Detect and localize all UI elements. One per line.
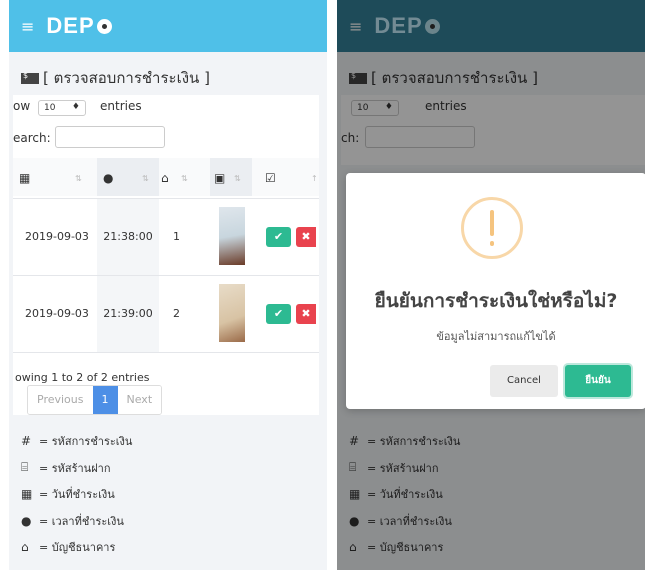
pagination: Previous 1 Next xyxy=(27,385,163,415)
table-row: 2019-09-03 21:38:00 1 ✔ ✖ xyxy=(13,198,319,275)
sort-icon: ↑ xyxy=(311,174,318,183)
cell-time: 21:38:00 xyxy=(97,199,159,275)
cancel-button[interactable]: Cancel xyxy=(490,365,558,397)
th-image[interactable]: ▣ ⇅ xyxy=(210,158,252,196)
hamburger-icon[interactable]: ≡ xyxy=(21,17,34,36)
bank-icon: ⌂ xyxy=(161,171,169,185)
th-action[interactable]: ☑ ↑ xyxy=(261,158,319,196)
reject-button[interactable]: ✖ xyxy=(296,227,316,247)
cell-date: 2019-09-03 xyxy=(25,307,89,320)
table-row: 2019-09-03 21:39:00 2 ✔ ✖ xyxy=(13,275,319,353)
reject-button[interactable]: ✖ xyxy=(296,304,316,324)
confirm-button[interactable]: ยืนยัน xyxy=(565,365,631,397)
table-header: ▦ ⇅ ● ⇅ ⌂ ⇅ ▣ ⇅ ☑ ↑ xyxy=(13,158,319,196)
calendar-icon: ▦ xyxy=(19,171,31,185)
navbar: ≡ DEP xyxy=(9,0,327,52)
receipt-thumbnail[interactable] xyxy=(219,207,245,265)
approve-button[interactable]: ✔ xyxy=(266,227,291,247)
legend-item: ⌂ = บัญชีธนาคาร xyxy=(21,540,116,555)
pager-current[interactable]: 1 xyxy=(92,386,118,414)
sort-icon: ⇅ xyxy=(75,174,82,183)
calendar-icon: ▦ xyxy=(21,487,33,502)
sort-icon: ⇅ xyxy=(142,174,149,183)
bank-icon: ⌂ xyxy=(21,540,29,555)
receipt-thumbnail[interactable] xyxy=(219,284,245,342)
search-input[interactable] xyxy=(55,126,165,148)
dialog-title: ยืนยันการชำระเงินใช่หรือไม่? xyxy=(374,290,618,312)
right-screen: ≡ DEP [ ตรวจสอบการชำระเงิน ] 10♦ entries… xyxy=(337,0,645,570)
table-card: ow 10♦ entries earch: ▦ ⇅ ● ⇅ ⌂ ⇅ ▣ ⇅ ☑ xyxy=(13,95,319,415)
logo[interactable]: DEP xyxy=(46,13,112,39)
th-time[interactable]: ● ⇅ xyxy=(97,158,159,196)
money-bill-icon xyxy=(21,71,39,84)
cell-date: 2019-09-03 xyxy=(25,230,89,243)
image-icon: ▣ xyxy=(214,171,226,185)
caret-icon: ♦ xyxy=(71,102,80,112)
sort-icon: ⇅ xyxy=(234,174,241,183)
th-date[interactable]: ▦ ⇅ xyxy=(13,158,97,196)
page-length-select[interactable]: 10 ♦ xyxy=(38,100,86,116)
dialog-text: ข้อมูลไม่สามารถแก้ไขได้ xyxy=(436,330,556,343)
legend-item: # = รหัสการชำระเงิน xyxy=(21,434,133,449)
show-label: ow xyxy=(13,99,31,113)
confirm-dialog: ยืนยันการชำระเงินใช่หรือไม่? ข้อมูลไม่สา… xyxy=(346,173,645,409)
search-label: earch: xyxy=(13,131,51,145)
legend-item: ⌸ = รหัสร้านฝาก xyxy=(21,460,111,475)
warning-icon xyxy=(461,197,523,259)
logo-disc-icon xyxy=(96,19,112,34)
legend-item: ▦ = วันที่ชำระเงิน xyxy=(21,487,115,502)
legend: # = รหัสการชำระเงิน ⌸ = รหัสร้านฝาก ▦ = วัน… xyxy=(21,428,132,561)
hash-icon: # xyxy=(21,434,32,449)
cell-account: 1 xyxy=(173,230,180,243)
th-account[interactable]: ⌂ ⇅ xyxy=(159,158,199,196)
clock-icon: ● xyxy=(103,171,114,185)
entries-label: entries xyxy=(100,99,142,113)
approve-button[interactable]: ✔ xyxy=(266,304,291,324)
checkbox-icon: ☑ xyxy=(265,171,276,185)
pager-next[interactable]: Next xyxy=(117,386,162,414)
cell-time: 21:39:00 xyxy=(97,276,159,352)
pager-previous[interactable]: Previous xyxy=(28,386,93,414)
legend-item: ● = เวลาที่ชำระเงิน xyxy=(21,513,124,528)
table-info: owing 1 to 2 of 2 entries xyxy=(15,371,150,384)
clock-icon: ● xyxy=(21,513,32,528)
left-screen: ≡ DEP [ ตรวจสอบการชำระเงิน ] ow 10♦ entr… xyxy=(9,0,327,570)
cell-account: 2 xyxy=(173,307,180,320)
store-icon: ⌸ xyxy=(21,460,29,475)
page-title: [ ตรวจสอบการชำระเงิน ] xyxy=(9,52,327,98)
sort-icon: ⇅ xyxy=(181,174,188,183)
